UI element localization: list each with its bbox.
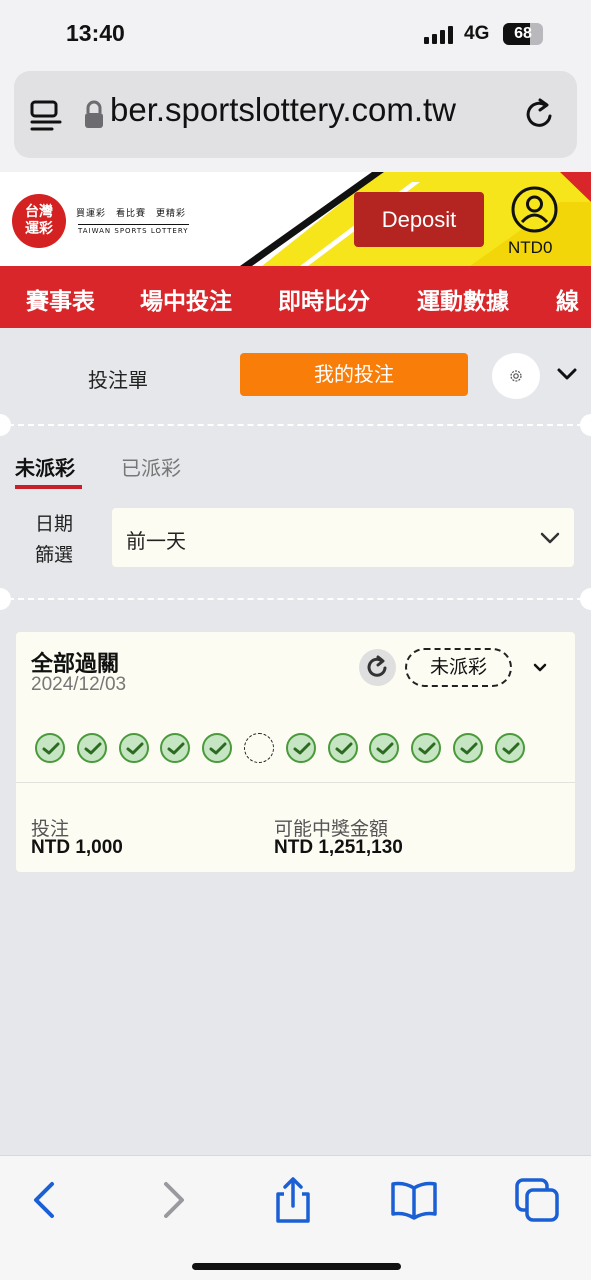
page-menu-icon[interactable] <box>30 99 62 133</box>
chevron-down-icon <box>540 532 560 544</box>
tabs-icon[interactable] <box>513 1176 561 1224</box>
cellular-signal-icon <box>424 26 453 44</box>
home-indicator <box>192 1263 401 1270</box>
battery-level: 68 <box>514 25 532 42</box>
nav-item-more[interactable]: 線 <box>556 282 579 316</box>
logo-tagline: 買運彩 看比賽 更精彩 <box>76 209 187 219</box>
date-filter-label: 日期篩選 <box>34 513 73 566</box>
deposit-button[interactable]: Deposit <box>354 192 484 247</box>
collapse-chevron-icon[interactable] <box>556 367 578 381</box>
stake-value: NTD 1,000 <box>31 837 123 858</box>
back-icon[interactable] <box>22 1176 70 1224</box>
lock-icon <box>85 100 103 128</box>
date-filter-value: 前一天 <box>126 529 186 553</box>
leg-won-check-icon <box>160 733 191 763</box>
status-bar: 13:40 4G 68 <box>0 0 591 68</box>
main-nav: 賽事表 場中投注 即時比分 運動數據 線 <box>0 266 591 328</box>
date-filter-select[interactable]: 前一天 <box>112 508 574 567</box>
site-logo[interactable]: 台灣 運彩 <box>12 194 66 248</box>
network-type: 4G <box>464 23 490 44</box>
battery-icon: 68 <box>503 23 543 45</box>
bet-card[interactable]: 全部過關 2024/12/03 未派彩 投注 NTD 1,000 可能中獎金額 … <box>16 632 575 872</box>
logo-text-line2: 運彩 <box>25 221 53 237</box>
leg-won-check-icon <box>453 733 483 763</box>
divider <box>8 424 583 426</box>
browser-toolbar <box>0 1155 591 1280</box>
browser-address-area: ber.sportslottery.com.tw <box>0 68 591 172</box>
header-decoration <box>240 172 591 266</box>
nav-item-live-scores[interactable]: 即時比分 <box>278 282 370 316</box>
settings-button[interactable] <box>492 353 540 399</box>
subtab-unsettled[interactable]: 未派彩 <box>15 452 75 481</box>
leg-won-check-icon <box>327 733 358 763</box>
nav-item-schedule[interactable]: 賽事表 <box>26 282 95 316</box>
tab-my-bets[interactable]: 我的投注 <box>240 353 468 396</box>
bet-date: 2024/12/03 <box>31 674 127 695</box>
potential-payout-value: NTD 1,251,130 <box>274 837 403 858</box>
user-account-icon[interactable] <box>511 186 558 233</box>
address-bar[interactable]: ber.sportslottery.com.tw <box>14 71 577 158</box>
status-time: 13:40 <box>66 20 125 46</box>
forward-icon[interactable] <box>148 1176 196 1224</box>
leg-won-check-icon <box>494 733 525 763</box>
logo-english: TAIWAN SPORTS LOTTERY <box>78 224 189 235</box>
leg-won-check-icon <box>35 733 65 763</box>
divider <box>8 598 583 600</box>
gear-icon <box>510 370 522 382</box>
tab-betslip[interactable]: 投注單 <box>88 364 148 393</box>
ticket-notch <box>580 414 591 436</box>
ticket-notch <box>580 588 591 610</box>
status-badge: 未派彩 <box>405 648 512 687</box>
bet-panel: 投注單 我的投注 未派彩 已派彩 日期篩選 前一天 全部過關 2024/12/0… <box>0 340 591 1160</box>
active-tab-indicator <box>15 485 82 489</box>
divider <box>16 782 575 783</box>
ticket-notch <box>0 414 11 436</box>
leg-won-check-icon <box>118 733 149 763</box>
refresh-button[interactable] <box>359 649 396 686</box>
url-text[interactable]: ber.sportslottery.com.tw <box>110 91 510 129</box>
leg-won-check-icon <box>76 733 107 763</box>
account-balance: NTD0 <box>508 238 553 257</box>
logo-text-line1: 台灣 <box>25 204 53 220</box>
nav-item-live-betting[interactable]: 場中投注 <box>140 282 232 316</box>
nav-item-sports-data[interactable]: 運動數據 <box>417 282 509 316</box>
reload-icon[interactable] <box>524 97 556 131</box>
site-header: 台灣 運彩 買運彩 看比賽 更精彩 TAIWAN SPORTS LOTTERY … <box>0 172 591 266</box>
leg-won-check-icon <box>411 733 442 763</box>
leg-won-check-icon <box>285 733 316 763</box>
ticket-notch <box>0 588 11 610</box>
refresh-icon <box>367 655 387 677</box>
bookmarks-icon[interactable] <box>390 1176 438 1224</box>
expand-chevron-icon[interactable] <box>533 663 547 672</box>
leg-won-check-icon <box>369 733 400 763</box>
leg-won-check-icon <box>202 733 233 763</box>
leg-pending-icon <box>244 733 274 763</box>
share-icon[interactable] <box>269 1176 317 1224</box>
subtab-settled[interactable]: 已派彩 <box>121 452 181 481</box>
